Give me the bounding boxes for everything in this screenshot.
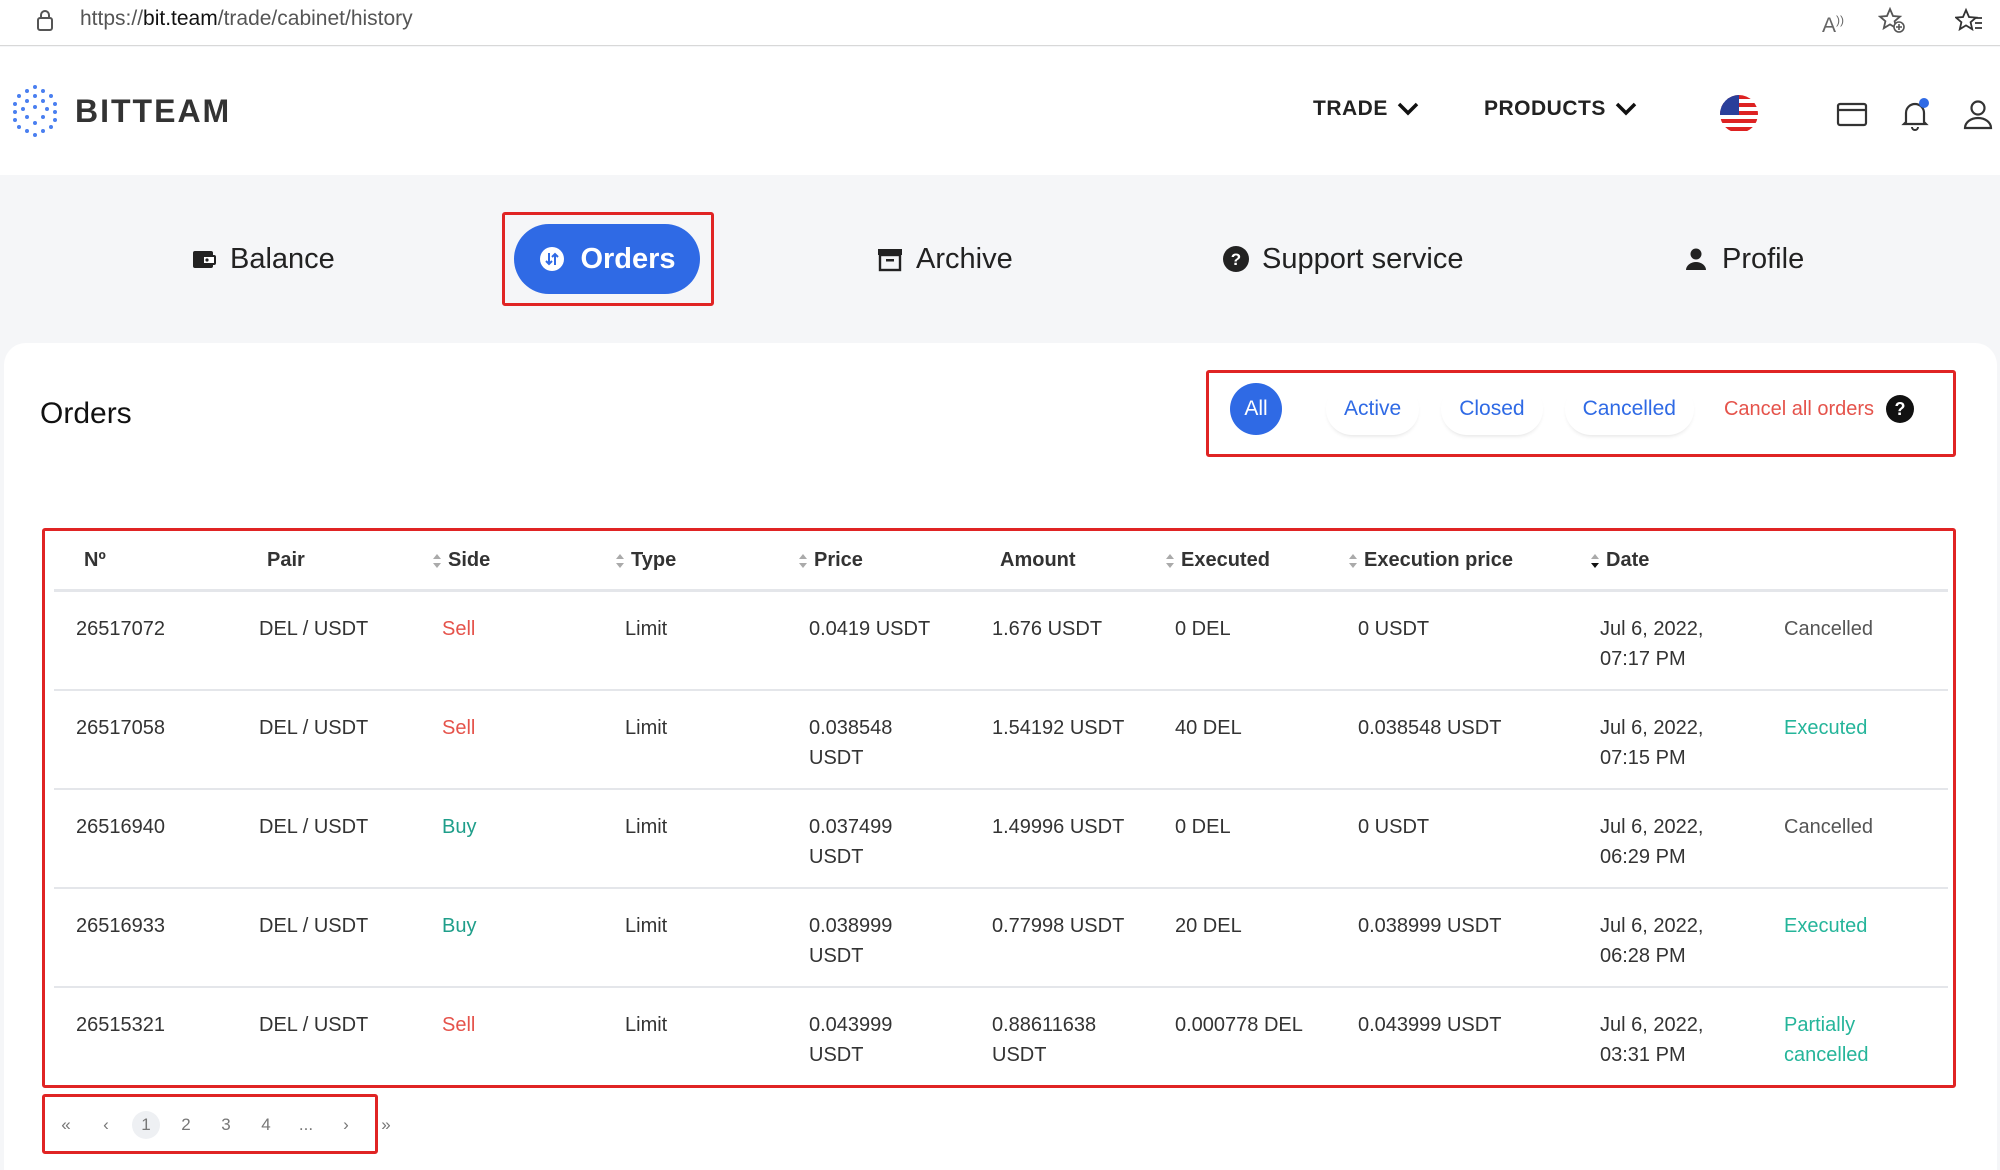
chevron-down-icon	[1397, 102, 1419, 116]
highlight-orders-tab	[502, 212, 714, 306]
orders-panel: Orders All Active Closed Cancelled Cance…	[4, 343, 1997, 1170]
cabinet-tabs: Balance Orders Archive ? Support service…	[0, 175, 2000, 340]
highlight-table	[42, 528, 1956, 1088]
question-icon: ?	[1223, 246, 1249, 272]
tab-support-service[interactable]: ? Support service	[1222, 232, 1464, 286]
wallet-card-icon[interactable]	[1835, 97, 1869, 131]
user-icon[interactable]	[1961, 97, 1995, 131]
page-title: Orders	[40, 397, 132, 430]
bitteam-logo-icon[interactable]	[10, 83, 60, 139]
browser-address-bar: https://bit.team/trade/cabinet/history A…	[0, 0, 2000, 46]
favorite-add-icon[interactable]	[1878, 6, 1906, 34]
user-icon	[1686, 248, 1706, 270]
favorites-icon[interactable]	[1955, 6, 1983, 34]
logo-text[interactable]: BITTEAM	[75, 93, 231, 130]
chevron-down-icon	[1615, 102, 1637, 116]
tab-archive[interactable]: Archive	[876, 232, 1013, 286]
nav-products[interactable]: PRODUCTS	[1484, 97, 1638, 121]
archive-icon	[878, 249, 902, 272]
us-flag-icon[interactable]	[1720, 95, 1758, 133]
highlight-filters	[1206, 370, 1956, 457]
wallet-icon	[193, 251, 216, 268]
tab-profile[interactable]: Profile	[1682, 232, 1804, 286]
svg-text:?: ?	[1231, 250, 1241, 269]
lock-icon	[37, 10, 53, 31]
nav-trade[interactable]: TRADE	[1313, 97, 1420, 121]
site-header: BITTEAM TRADE PRODUCTS	[0, 47, 2000, 175]
highlight-pagination	[42, 1094, 378, 1154]
tab-balance[interactable]: Balance	[190, 232, 335, 286]
notification-bell-icon[interactable]	[1898, 97, 1932, 131]
url-text[interactable]: https://bit.team/trade/cabinet/history	[80, 7, 413, 31]
read-aloud-icon[interactable]: A))	[1822, 6, 1850, 37]
